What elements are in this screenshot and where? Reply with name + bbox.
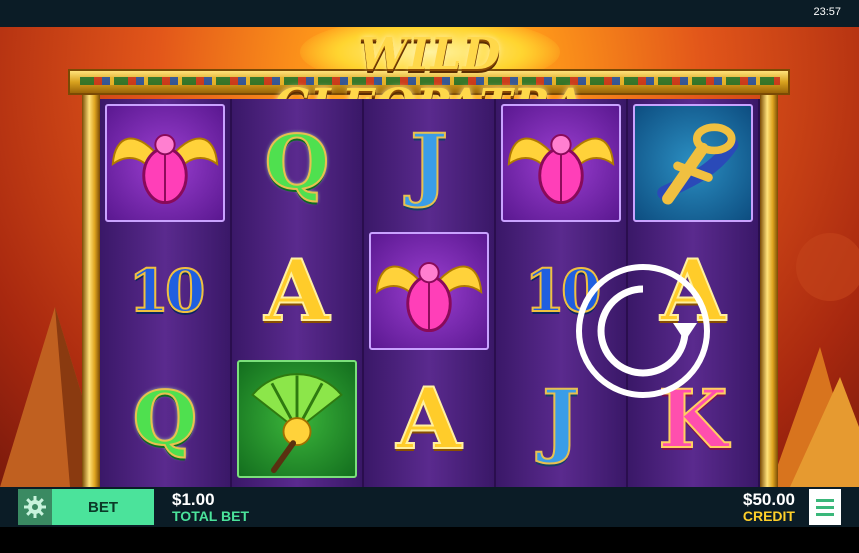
clock: 23:57 <box>813 6 841 18</box>
menu-icon-line <box>816 505 834 509</box>
right-pillar <box>760 95 778 487</box>
reel-1: 10 Q <box>100 99 232 487</box>
left-pillar <box>82 95 100 487</box>
gear-icon <box>24 496 46 518</box>
scarab-icon <box>369 232 489 350</box>
feather-fan-symbol <box>234 357 360 481</box>
total-bet-label: TOTAL BET <box>172 508 249 524</box>
ankh-symbol <box>630 101 756 225</box>
menu-icon-line <box>816 498 834 502</box>
scarab-icon <box>105 104 225 222</box>
a-symbol: A <box>366 357 492 481</box>
status-bar: 23:57 <box>0 0 859 27</box>
credit-amount: $50.00 <box>743 490 795 509</box>
menu-icon-line <box>816 512 834 516</box>
symbol-label: A <box>263 241 330 340</box>
a-symbol: A <box>234 229 360 353</box>
scarab-wild-symbol <box>498 101 624 225</box>
right-dunes <box>770 233 859 487</box>
symbol-label: 10 <box>128 257 207 325</box>
j-symbol: J <box>366 101 492 225</box>
symbol-label: A <box>395 369 462 468</box>
fan-icon <box>237 360 357 478</box>
symbol-label: Q <box>132 376 198 462</box>
credit-label: CREDIT <box>742 508 795 524</box>
settings-button[interactable] <box>18 489 52 525</box>
scarab-icon <box>501 104 621 222</box>
bet-button[interactable]: BET <box>52 489 154 525</box>
ten-symbol: 10 <box>102 229 228 353</box>
reel-3: JA <box>364 99 496 487</box>
scarab-wild-symbol <box>366 229 492 353</box>
autoplay-spin-icon[interactable] <box>573 261 713 401</box>
ankh-icon <box>633 104 753 222</box>
q-symbol: Q <box>234 101 360 225</box>
q-symbol: Q <box>102 357 228 481</box>
scarab-wild-symbol <box>102 101 228 225</box>
game-scene: WILD CLEOPATRA 10QQAJA10JAK <box>0 27 859 487</box>
reel-2: QA <box>232 99 364 487</box>
menu-button[interactable] <box>809 489 841 525</box>
total-bet-amount: $1.00 <box>172 490 215 509</box>
symbol-label: J <box>409 116 449 210</box>
control-bar: BET $1.00 TOTAL BET $50.00 CREDIT <box>0 487 859 527</box>
symbol-label: Q <box>264 120 330 206</box>
nav-bar-area <box>0 527 859 553</box>
